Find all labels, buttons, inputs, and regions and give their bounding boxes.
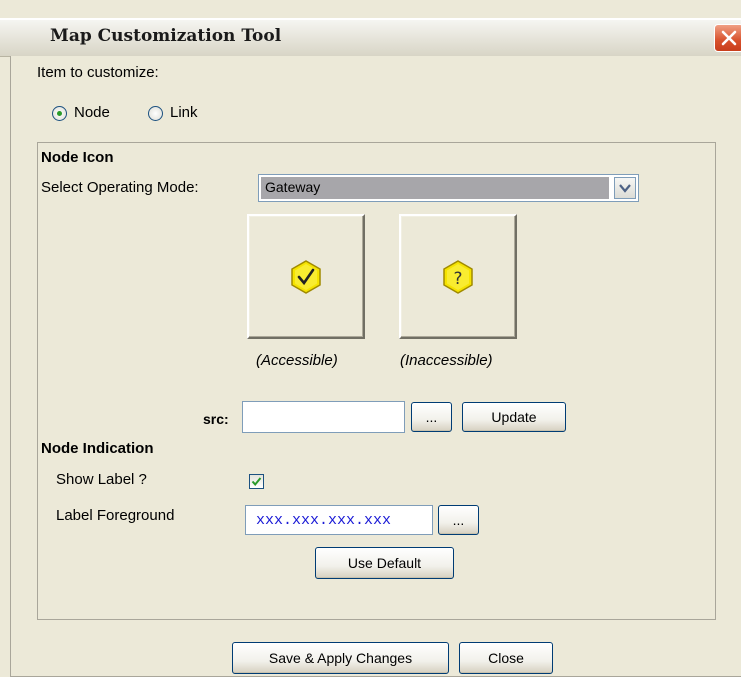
src-label: src: bbox=[203, 411, 229, 427]
chevron-down-icon bbox=[619, 184, 631, 193]
radio-link-label[interactable]: Link bbox=[170, 104, 198, 121]
checkmark-hexagon-icon bbox=[291, 260, 321, 294]
label-foreground-text: Label Foreground bbox=[56, 507, 175, 524]
radio-node-selected-dot bbox=[57, 111, 62, 116]
accessible-icon-preview[interactable] bbox=[247, 214, 365, 339]
radio-node[interactable] bbox=[52, 106, 67, 121]
use-default-button[interactable]: Use Default bbox=[315, 547, 454, 579]
show-label-checkbox[interactable] bbox=[249, 474, 264, 489]
map-customization-dialog: Map Customization Tool Item to customize… bbox=[0, 0, 741, 677]
inaccessible-icon-preview[interactable]: ? bbox=[399, 214, 517, 339]
src-browse-button[interactable]: ... bbox=[411, 402, 452, 432]
operating-mode-dropdown-button[interactable] bbox=[614, 177, 636, 199]
radio-link[interactable] bbox=[148, 106, 163, 121]
title-bar-highlight bbox=[0, 18, 741, 20]
src-input[interactable] bbox=[242, 401, 405, 433]
accessible-caption: (Accessible) bbox=[256, 352, 338, 369]
close-button[interactable]: Close bbox=[459, 642, 553, 674]
window-title: Map Customization Tool bbox=[50, 26, 282, 46]
label-foreground-value: xxx.xxx.xxx.xxx bbox=[256, 512, 392, 529]
radio-node-label[interactable]: Node bbox=[74, 104, 110, 121]
label-foreground-preview: xxx.xxx.xxx.xxx bbox=[245, 505, 433, 535]
checkmark-icon bbox=[251, 477, 262, 487]
color-browse-button[interactable]: ... bbox=[438, 505, 479, 535]
inaccessible-caption: (Inaccessible) bbox=[400, 352, 493, 369]
item-to-customize-label: Item to customize: bbox=[37, 64, 159, 81]
node-indication-heading: Node Indication bbox=[41, 440, 154, 457]
question-hexagon-icon: ? bbox=[443, 260, 473, 294]
close-icon bbox=[721, 30, 737, 46]
operating-mode-select[interactable]: Gateway bbox=[258, 174, 639, 202]
title-bar[interactable]: Map Customization Tool bbox=[0, 18, 741, 57]
close-window-button[interactable] bbox=[714, 24, 741, 52]
show-label-text: Show Label ? bbox=[56, 471, 147, 488]
operating-mode-label: Select Operating Mode: bbox=[41, 179, 199, 196]
node-icon-heading: Node Icon bbox=[41, 149, 114, 166]
svg-text:?: ? bbox=[453, 269, 462, 289]
operating-mode-value: Gateway bbox=[265, 179, 321, 195]
save-apply-button[interactable]: Save & Apply Changes bbox=[232, 642, 449, 674]
update-button[interactable]: Update bbox=[462, 402, 566, 432]
